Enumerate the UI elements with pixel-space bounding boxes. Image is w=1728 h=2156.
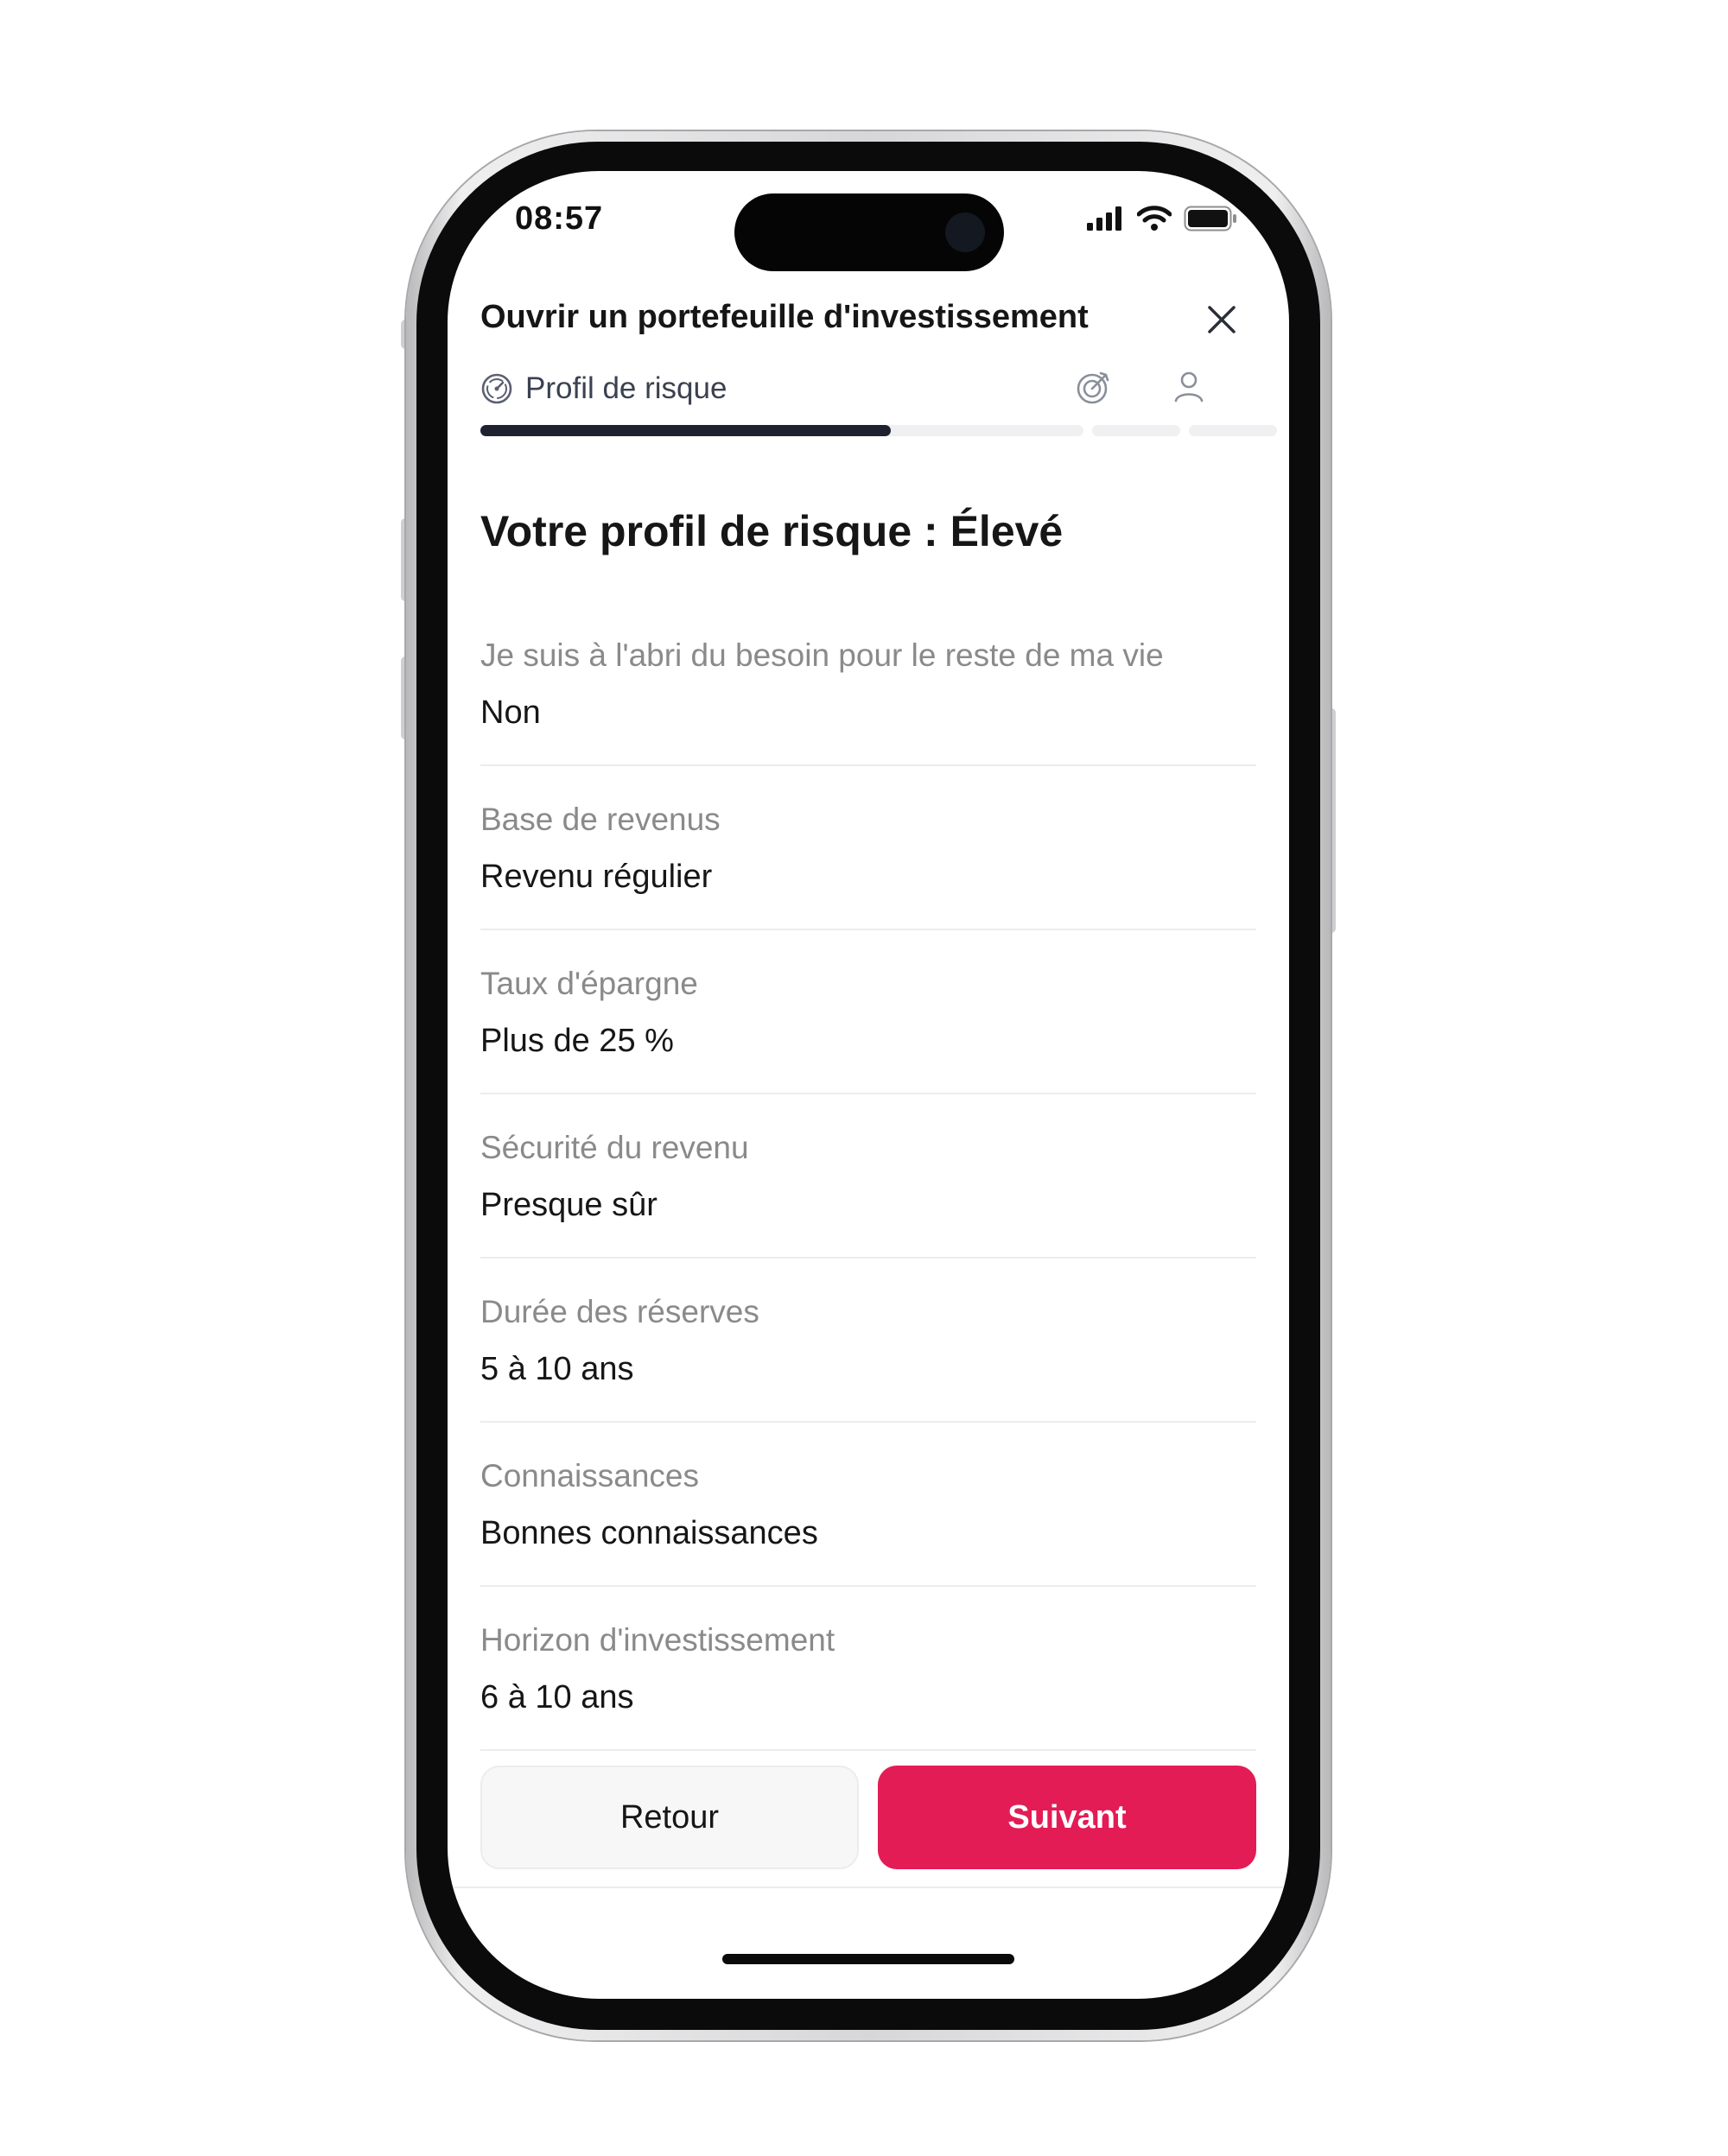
step-personal-info	[1170, 368, 1208, 410]
progress-segment-2	[1092, 425, 1180, 436]
step-label: Profil de risque	[525, 371, 727, 405]
back-button[interactable]: Retour	[480, 1766, 859, 1869]
person-icon	[1174, 371, 1204, 403]
row-value: Bonnes connaissances	[480, 1515, 818, 1551]
progress-segment-3	[1189, 425, 1277, 436]
list-item: Durée des réserves 5 à 10 ans	[480, 1294, 1256, 1457]
current-step: Profil de risque	[480, 371, 727, 406]
row-label: Connaissances	[480, 1458, 699, 1493]
battery-icon	[1184, 206, 1236, 231]
dynamic-island	[734, 193, 1004, 271]
risk-profile-heading: Votre profil de risque : Élevé	[480, 507, 1064, 555]
close-button[interactable]	[1201, 299, 1242, 340]
progress-fill	[480, 425, 891, 436]
next-button[interactable]: Suivant	[878, 1766, 1256, 1869]
status-time: 08:57	[515, 200, 604, 237]
row-divider	[480, 929, 1256, 930]
phone-screen: 08:57 Ouvrir un portefeuille d'investiss…	[448, 171, 1289, 1999]
list-item: Connaissances Bonnes connaissances	[480, 1458, 1256, 1621]
row-value: Presque sûr	[480, 1187, 658, 1223]
row-divider	[480, 1257, 1256, 1259]
list-item: Je suis à l'abri du besoin pour le reste…	[480, 637, 1256, 801]
gauge-icon	[481, 373, 512, 404]
row-label: Durée des réserves	[480, 1294, 759, 1329]
row-value: 5 à 10 ans	[480, 1351, 634, 1387]
list-item: Base de revenus Revenu régulier	[480, 802, 1256, 965]
wifi-icon	[1137, 206, 1172, 231]
list-item: Taux d'épargne Plus de 25 %	[480, 966, 1256, 1129]
row-value: Non	[480, 694, 541, 731]
row-divider	[480, 1749, 1256, 1751]
page-title: Ouvrir un portefeuille d'investissement	[480, 299, 1089, 335]
row-value: Revenu régulier	[480, 859, 713, 895]
list-item: Horizon d'investissement 6 à 10 ans	[480, 1622, 1256, 1785]
footer-divider	[448, 1886, 1289, 1888]
cellular-signal-icon	[1087, 206, 1121, 231]
row-divider	[480, 1421, 1256, 1423]
row-value: 6 à 10 ans	[480, 1679, 634, 1715]
row-label: Base de revenus	[480, 802, 721, 837]
row-label: Taux d'épargne	[480, 966, 698, 1001]
answers-list[interactable]: Je suis à l'abri du besoin pour le reste…	[448, 637, 1289, 1887]
list-item: Sécurité du revenu Presque sûr	[480, 1130, 1256, 1293]
row-divider	[480, 1093, 1256, 1094]
step-goals	[1075, 368, 1113, 410]
row-label: Sécurité du revenu	[480, 1130, 749, 1165]
row-divider	[480, 1585, 1256, 1587]
row-label: Je suis à l'abri du besoin pour le reste…	[480, 637, 1164, 673]
row-divider	[480, 764, 1256, 766]
status-icons	[1087, 206, 1237, 231]
row-value: Plus de 25 %	[480, 1023, 674, 1059]
front-camera	[945, 212, 985, 252]
home-indicator[interactable]	[722, 1954, 1014, 1964]
progress-segment-1	[480, 425, 1083, 436]
goal-target-icon	[1077, 371, 1109, 404]
close-icon	[1208, 306, 1236, 333]
row-label: Horizon d'investissement	[480, 1622, 835, 1658]
